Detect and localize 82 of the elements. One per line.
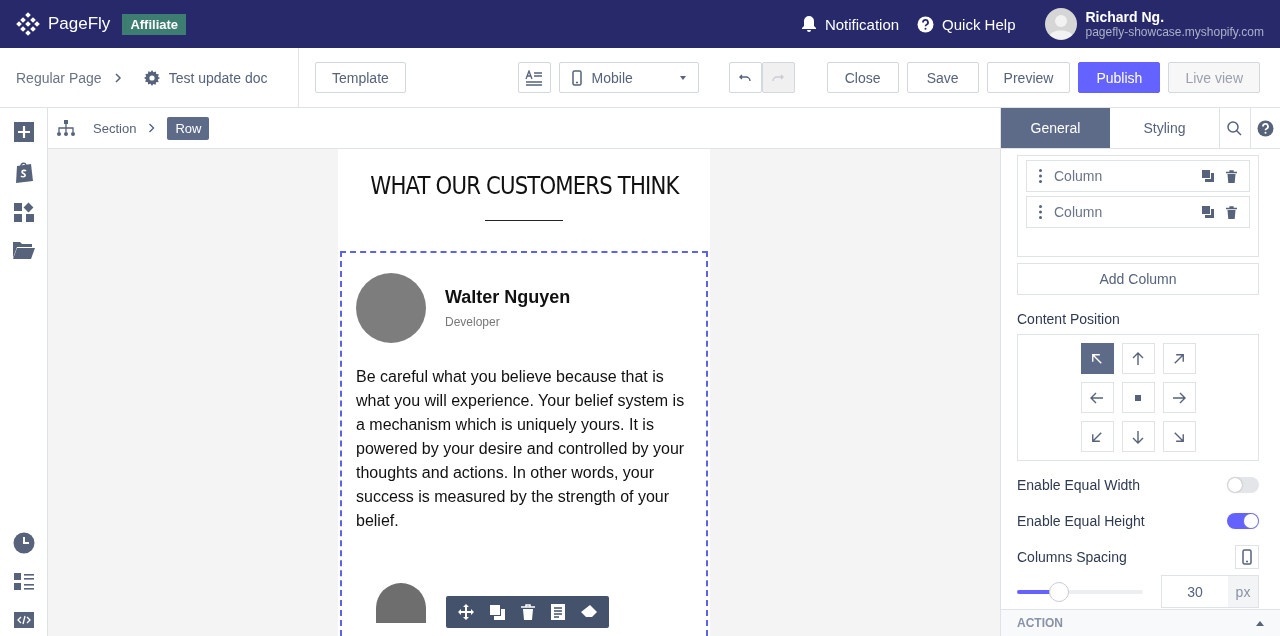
eraser-icon[interactable]: [581, 605, 597, 619]
toggle-label: Enable Equal Height: [1017, 513, 1145, 529]
action-button[interactable]: Preview: [986, 62, 1071, 93]
caret-icon: [679, 75, 686, 80]
page-settings-button[interactable]: Test update doc: [143, 69, 268, 86]
add-icon[interactable]: [13, 122, 34, 142]
spacing-label: Columns Spacing: [1017, 549, 1127, 565]
user-name: Richard Ng.: [1085, 9, 1166, 25]
device-button[interactable]: [1235, 545, 1259, 569]
panel-tab[interactable]: Styling: [1110, 108, 1219, 148]
trash-icon[interactable]: [1226, 205, 1237, 219]
column-item[interactable]: Column: [1026, 196, 1250, 228]
person-name: Walter Nguyen: [445, 287, 571, 308]
code-icon[interactable]: [13, 610, 34, 628]
photo-placeholder: [376, 583, 426, 623]
arrow-icon: [1090, 390, 1104, 405]
publish-button[interactable]: Publish: [1078, 62, 1161, 93]
logo-icon: [16, 12, 40, 36]
quick-help-link[interactable]: Quick Help: [917, 15, 1016, 33]
position-button[interactable]: [1080, 343, 1114, 374]
document-icon[interactable]: [551, 604, 565, 620]
clock-icon[interactable]: [12, 532, 35, 554]
section-heading: WHAT OUR CUSTOMERS THINK: [369, 171, 679, 200]
unit-label: px: [1228, 576, 1258, 607]
text-format-icon: [525, 69, 544, 86]
duplicate-icon[interactable]: [1202, 170, 1214, 182]
duplicate-icon[interactable]: [490, 604, 505, 620]
action-button[interactable]: Close: [826, 62, 899, 93]
template-button[interactable]: Template: [315, 62, 406, 93]
selected-row[interactable]: [340, 251, 708, 636]
phone-icon: [571, 69, 582, 86]
gear-icon: [143, 69, 160, 86]
breadcrumb-item[interactable]: Section: [93, 120, 137, 136]
content-position-label: Content Position: [1017, 311, 1121, 327]
undo-icon: [739, 72, 752, 83]
hierarchy-icon[interactable]: [57, 120, 75, 136]
spacing-field[interactable]: 30 px: [1161, 575, 1259, 608]
drag-handle-icon[interactable]: [1039, 205, 1042, 219]
arrow-icon: [1131, 351, 1145, 366]
elements-icon[interactable]: [13, 202, 34, 222]
toggle-switch[interactable]: [1227, 477, 1259, 493]
arrow-icon: [1131, 429, 1145, 444]
redo-icon: [772, 72, 785, 83]
slider-thumb[interactable]: [1048, 581, 1069, 602]
move-icon[interactable]: [458, 604, 474, 620]
column-item[interactable]: Column: [1026, 160, 1250, 192]
add-column-button[interactable]: Add Column: [1017, 263, 1259, 295]
help-icon: [1256, 119, 1274, 137]
page-type-link[interactable]: Regular Page: [16, 69, 102, 86]
trash-icon[interactable]: [1226, 169, 1237, 183]
avatar-icon[interactable]: [1045, 8, 1078, 40]
help-icon: [917, 15, 935, 33]
toggle-label: Enable Equal Width: [1017, 477, 1140, 493]
chevron-icon: [148, 123, 156, 133]
phone-icon: [1242, 549, 1252, 565]
duplicate-icon[interactable]: [1202, 206, 1214, 218]
shopping-bag-icon[interactable]: [13, 161, 34, 183]
trash-icon[interactable]: [521, 604, 535, 620]
caret-icon: [1256, 620, 1264, 626]
drag-handle-icon[interactable]: [1039, 169, 1042, 183]
app-logo[interactable]: PageFly: [48, 14, 111, 34]
bell-icon: [800, 15, 817, 33]
action-button[interactable]: Save: [906, 62, 979, 93]
list-icon[interactable]: [13, 573, 34, 591]
folder-icon[interactable]: [12, 241, 35, 259]
toggle-switch[interactable]: [1227, 513, 1259, 529]
arrow-icon: [1172, 390, 1186, 405]
column-name: Column: [1054, 204, 1104, 220]
affiliate-badge[interactable]: Affiliate: [122, 13, 187, 35]
text-format-button[interactable]: [517, 62, 551, 93]
panel-tab[interactable]: General: [1001, 108, 1110, 148]
chevron-icon: [113, 72, 122, 83]
breadcrumb-item[interactable]: Row: [167, 116, 210, 140]
undo-button[interactable]: [728, 62, 762, 93]
column-name: Column: [1054, 168, 1104, 184]
store-url: pagefly-showcase.myshopify.com: [1085, 25, 1264, 39]
testimonial-quote: Be careful what you believe because that is what you will experience. Your belief system is a mechanism which is uniquely yours. It is powered by your desire and controlled by your thoughts and actions. In other words, your success is measured by the strength of your belief.: [356, 367, 686, 531]
notification-link[interactable]: Notification: [800, 15, 900, 33]
search-icon: [1227, 120, 1243, 136]
section-title: ACTION: [1017, 616, 1063, 630]
device-dropdown[interactable]: Mobile: [558, 62, 699, 93]
person-role: Developer: [445, 315, 501, 329]
